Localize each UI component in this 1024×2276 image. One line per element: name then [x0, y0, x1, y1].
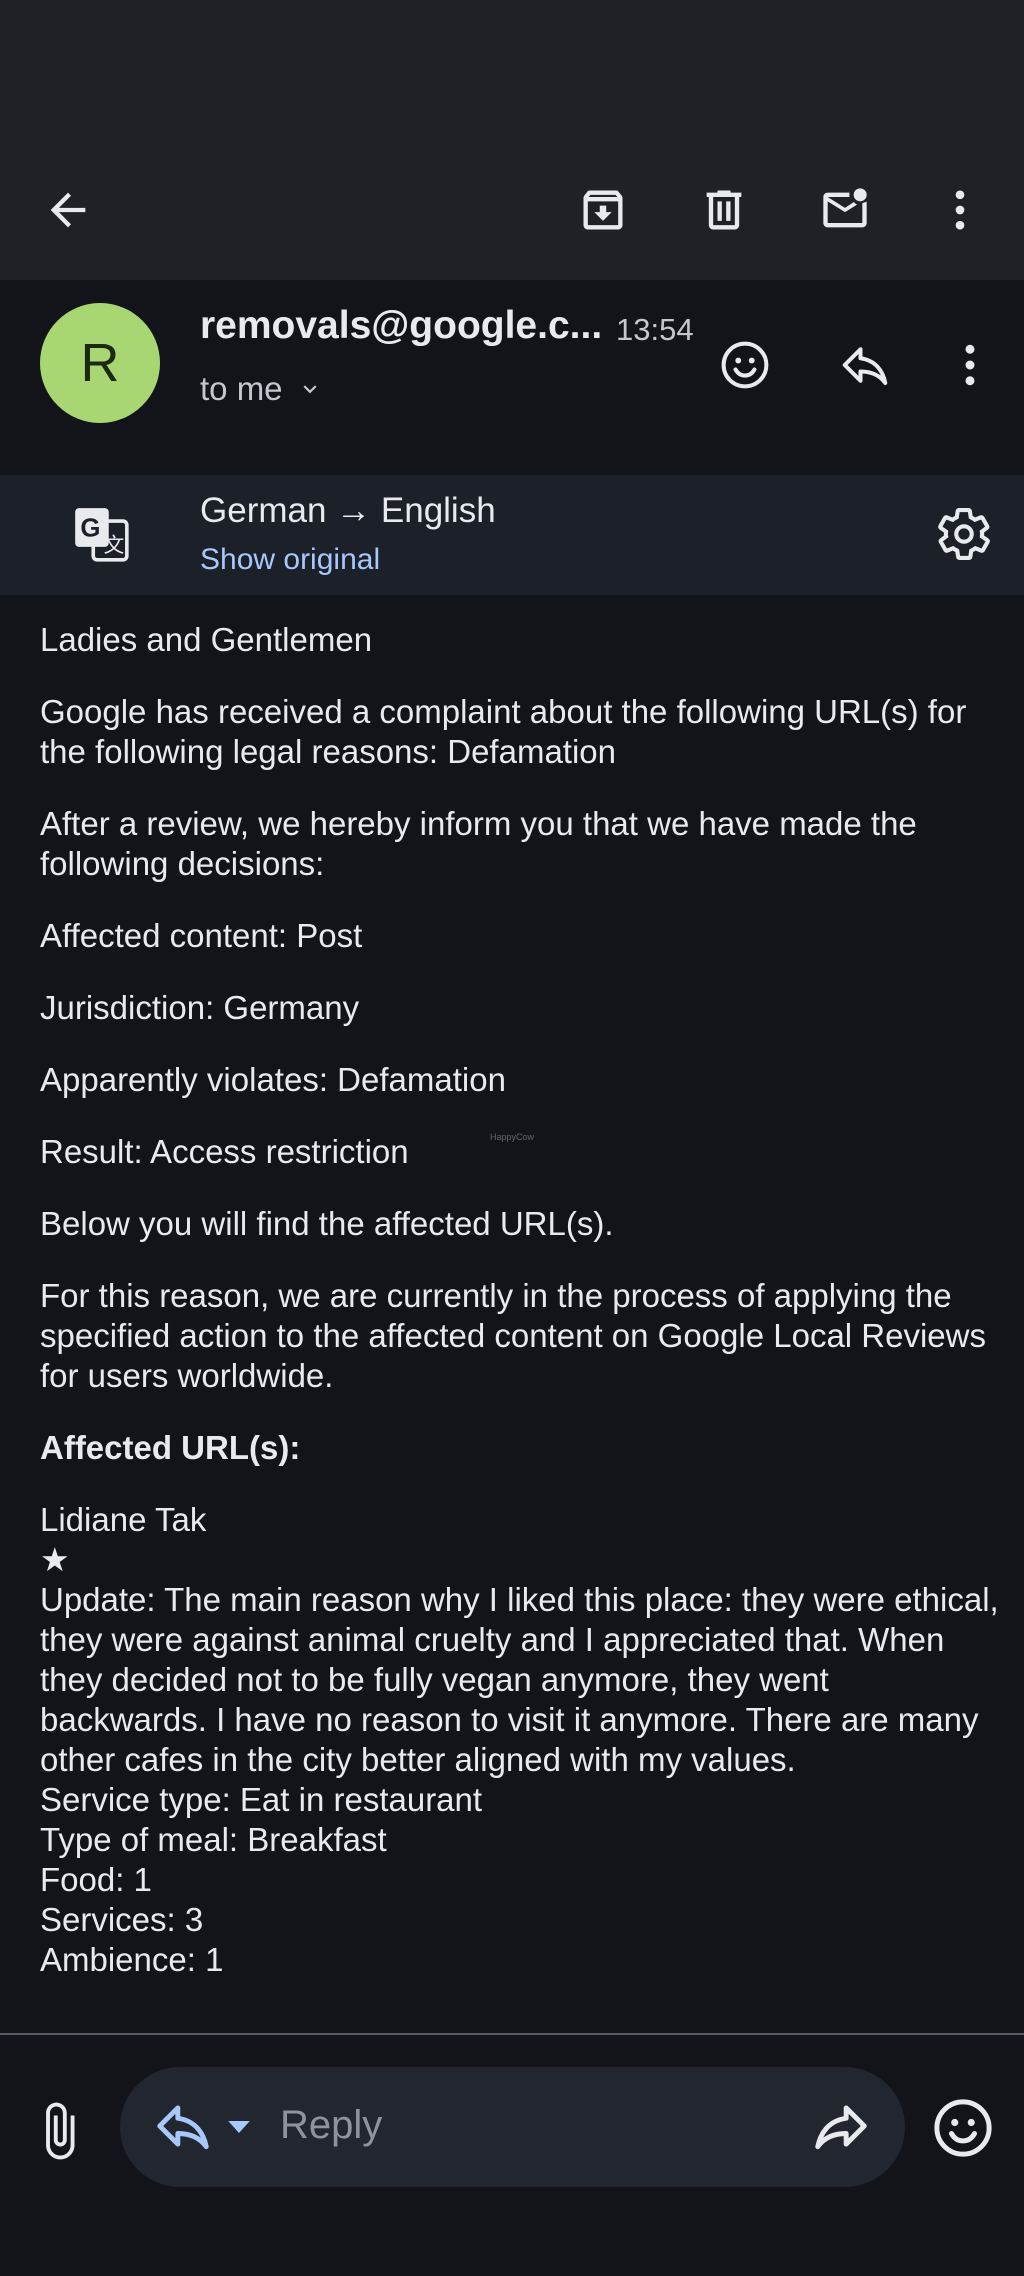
delete-button[interactable]: [674, 160, 774, 260]
recipient-label: to me: [200, 370, 283, 407]
sender-address[interactable]: removals@google.c...: [200, 304, 602, 348]
reply-bar: Reply: [0, 2035, 1024, 2276]
jurisdiction: Jurisdiction: Germany: [40, 989, 360, 1026]
top-toolbar: [0, 140, 1024, 280]
watermark: HappyCow: [490, 1132, 535, 1142]
review-paragraph: After a review, we hereby inform you tha…: [40, 805, 917, 882]
caret-down-icon[interactable]: [224, 2115, 254, 2139]
affected-urls-heading: Affected URL(s):: [40, 1429, 301, 1466]
trash-icon: [706, 190, 742, 230]
emoji-icon[interactable]: [930, 2095, 996, 2161]
message-header: R removals@google.c... 13:54 to me: [0, 280, 1024, 475]
message-more-button[interactable]: [925, 320, 1015, 410]
violation: Apparently violates: Defamation: [40, 1061, 506, 1098]
greeting: Ladies and Gentlemen: [40, 621, 373, 658]
timestamp: 13:54: [616, 312, 694, 347]
attachment-icon[interactable]: [28, 2100, 90, 2162]
more-options-button[interactable]: [910, 160, 1010, 260]
avatar[interactable]: R: [40, 303, 160, 423]
archive-button[interactable]: [553, 160, 653, 260]
affected-content: Affected content: Post: [40, 917, 363, 954]
gear-icon[interactable]: [935, 505, 993, 563]
review-services-rating: Services: 3: [40, 1901, 204, 1938]
action-paragraph: For this reason, we are currently in the…: [40, 1277, 986, 1394]
emoji-icon: [721, 341, 769, 389]
review-food-rating: Food: 1: [40, 1861, 152, 1898]
translation-bar: G 文 German → English Show original: [0, 475, 1024, 595]
reply-button[interactable]: [820, 320, 910, 410]
forward-icon[interactable]: [810, 2095, 872, 2157]
show-original-link[interactable]: Show original: [200, 543, 380, 577]
translate-icon: G 文: [75, 508, 129, 562]
message-body: Ladies and Gentlemen Google has received…: [40, 620, 1000, 1980]
svg-text:G: G: [80, 515, 100, 543]
review-ambience-rating: Ambience: 1: [40, 1941, 224, 1978]
more-vert-icon: [955, 190, 965, 230]
review-stars: ★: [40, 1541, 70, 1578]
reply-field[interactable]: Reply: [120, 2067, 905, 2187]
review-service-type: Service type: Eat in restaurant: [40, 1781, 483, 1818]
back-button[interactable]: [18, 160, 118, 260]
reply-placeholder[interactable]: Reply: [280, 2103, 382, 2148]
archive-icon: [583, 190, 623, 230]
review-block: Lidiane Tak ★ Update: The main reason wh…: [40, 1500, 1000, 1980]
below-note: Below you will find the affected URL(s).: [40, 1205, 614, 1242]
mark-unread-icon: [823, 188, 867, 228]
svg-text:文: 文: [104, 534, 125, 557]
mark-unread-button[interactable]: [795, 160, 895, 260]
review-author: Lidiane Tak: [40, 1501, 207, 1538]
reply-icon: [842, 347, 888, 386]
complaint-paragraph: Google has received a complaint about th…: [40, 693, 967, 770]
review-text: Update: The main reason why I liked this…: [40, 1581, 999, 1778]
recipient-toggle[interactable]: to me: [200, 370, 323, 408]
reply-icon[interactable]: [152, 2095, 214, 2157]
more-vert-icon: [965, 344, 975, 386]
translation-languages: German → English: [200, 491, 496, 530]
review-meal-type: Type of meal: Breakfast: [40, 1821, 387, 1858]
status-area: [0, 0, 1024, 140]
add-reaction-button[interactable]: [700, 320, 790, 410]
chevron-down-icon: [303, 385, 317, 394]
back-arrow-icon: [50, 192, 86, 228]
